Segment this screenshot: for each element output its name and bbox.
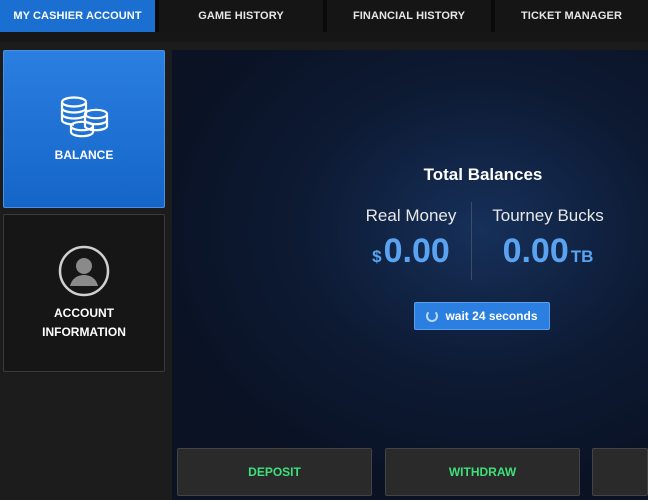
real-money-balance: Real Money $ 0.00 xyxy=(352,206,470,271)
tab-ticket-manager[interactable]: TICKET MANAGER xyxy=(495,0,648,32)
real-money-amount: 0.00 xyxy=(383,232,450,270)
deposit-button[interactable]: DEPOSIT xyxy=(177,448,372,496)
tourney-bucks-amount: 0.00 xyxy=(502,232,569,270)
sidebar-item-balance[interactable]: BALANCE xyxy=(3,50,165,208)
coins-icon xyxy=(60,95,109,137)
tab-my-cashier-account[interactable]: MY CASHIER ACCOUNT xyxy=(0,0,159,32)
spinner-icon xyxy=(426,310,439,322)
balance-divider xyxy=(471,202,472,280)
tourney-bucks-label: Tourney Bucks xyxy=(492,206,604,225)
top-tab-bar: MY CASHIER ACCOUNT GAME HISTORY FINANCIA… xyxy=(0,0,648,32)
tab-financial-history[interactable]: FINANCIAL HISTORY xyxy=(327,0,495,32)
wait-button[interactable]: wait 24 seconds xyxy=(414,302,550,330)
user-circle-icon xyxy=(58,245,110,297)
page-title: Total Balances xyxy=(423,165,543,184)
balance-panel xyxy=(172,50,648,500)
tourney-bucks-unit: TB xyxy=(570,247,594,266)
currency-symbol: $ xyxy=(372,247,382,266)
real-money-label: Real Money xyxy=(365,206,457,225)
tab-game-history[interactable]: GAME HISTORY xyxy=(159,0,327,32)
sidebar-item-label: BALANCE xyxy=(54,147,114,162)
tourney-bucks-value: 0.00 TB xyxy=(478,232,618,271)
wait-button-label: wait 24 seconds xyxy=(445,309,538,323)
real-money-value: $ 0.00 xyxy=(352,232,470,271)
withdraw-button[interactable]: WITHDRAW xyxy=(385,448,580,496)
sidebar-item-account-information[interactable]: ACCOUNT INFORMATION xyxy=(3,214,165,372)
sidebar-item-label: ACCOUNT INFORMATION xyxy=(42,306,126,339)
action-button-partial[interactable] xyxy=(592,448,648,496)
sidebar: BALANCE ACCOUNT INFORMATION xyxy=(0,42,170,500)
tourney-bucks-balance: Tourney Bucks 0.00 TB xyxy=(478,206,618,271)
tab-bar-divider xyxy=(0,32,648,42)
